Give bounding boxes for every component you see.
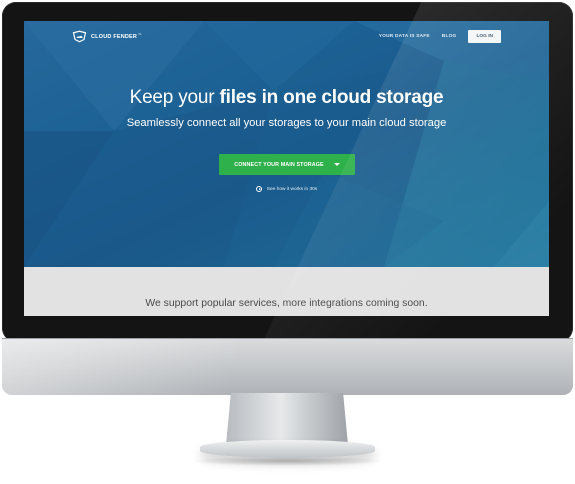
services-heading: We support popular services, more integr… [145,298,428,309]
imac-monitor: CLOUD FENDER ™ YOUR DATA IS SAFE BLOG LO… [0,0,575,484]
services-section: We support popular services, more integr… [24,267,549,316]
hero-section: CLOUD FENDER ™ YOUR DATA IS SAFE BLOG LO… [24,21,549,267]
cta-label: CONNECT YOUR MAIN STORAGE [234,161,324,168]
nav-link-blog[interactable]: BLOG [442,34,457,39]
top-nav: YOUR DATA IS SAFE BLOG LOG IN [379,30,501,43]
shield-cloud-icon [72,30,87,43]
headline-emphasis: files in one cloud storage [219,87,444,108]
brand-name: CLOUD FENDER [91,33,138,40]
play-circle-icon [255,186,262,192]
hero-subheadline: Seamlessly connect all your storages to … [126,117,447,129]
how-it-works-link[interactable]: See how it works in 30s [24,186,549,192]
polygon-background [24,21,549,267]
monitor-stand-neck [226,393,348,445]
nav-link-data-safe[interactable]: YOUR DATA IS SAFE [379,34,430,39]
hero-headline: Keep your files in one cloud storage [24,87,549,109]
monitor-chin [2,338,573,395]
login-button[interactable]: LOG IN [468,30,501,43]
brand-logo[interactable]: CLOUD FENDER ™ [72,30,142,43]
headline-prefix: Keep your [129,87,220,108]
monitor-stand-base [200,440,375,458]
video-link-label: See how it works in 30s [266,186,318,192]
monitor-screen: CLOUD FENDER ™ YOUR DATA IS SAFE BLOG LO… [24,21,549,316]
brand-trademark: ™ [138,33,142,37]
chevron-down-icon [333,163,340,166]
connect-storage-button[interactable]: CONNECT YOUR MAIN STORAGE [219,154,355,175]
